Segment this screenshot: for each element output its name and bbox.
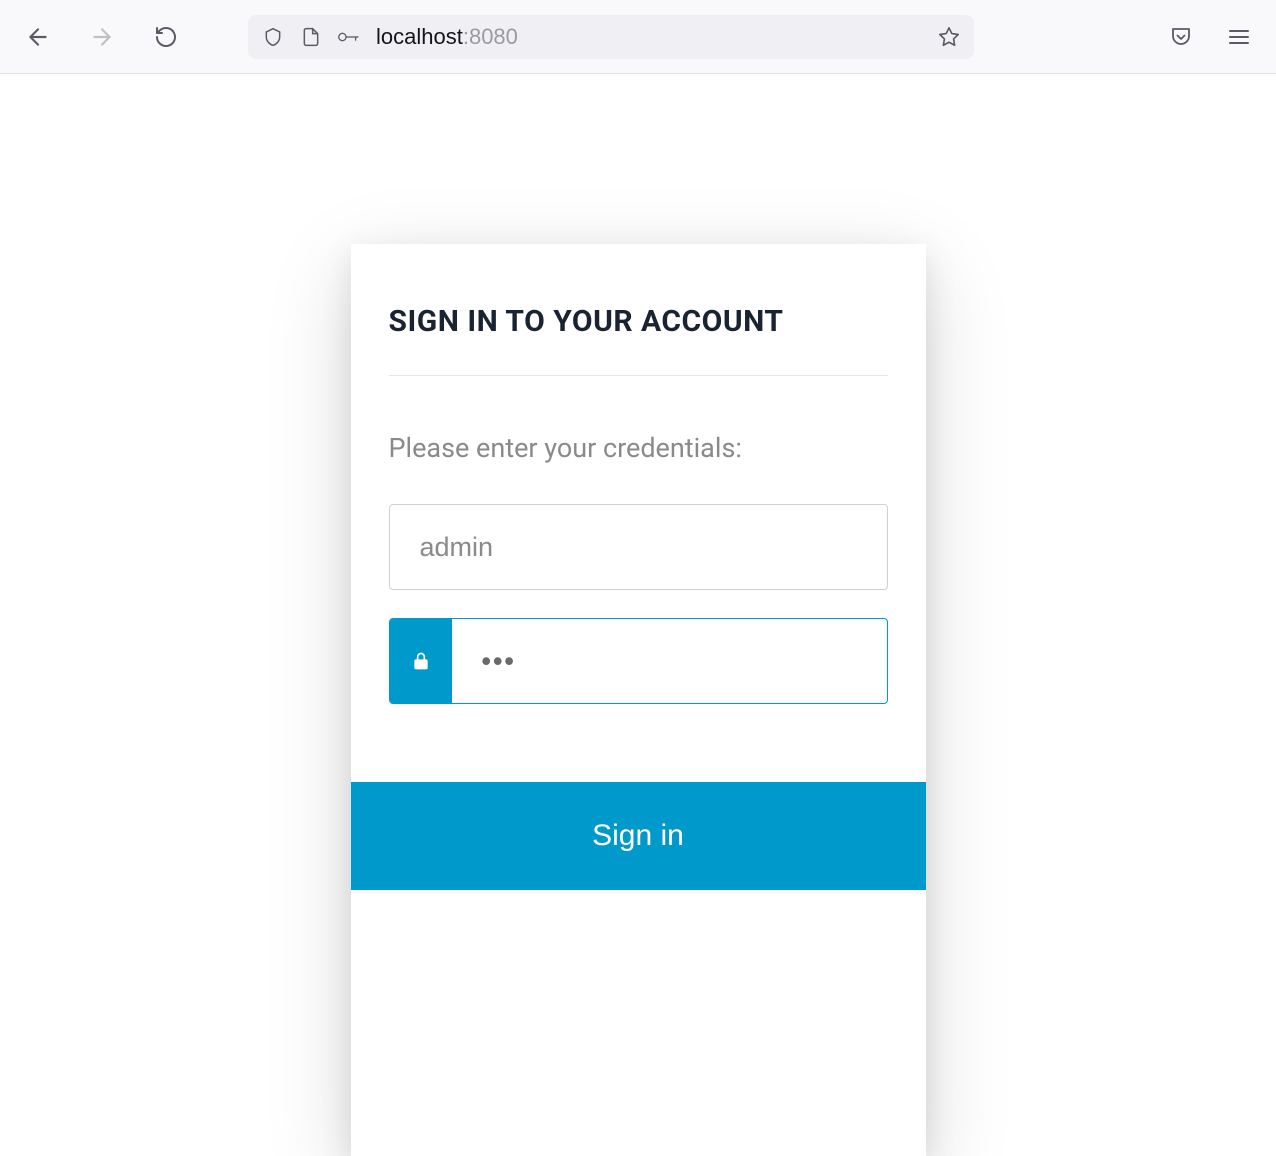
lock-icon <box>390 619 452 703</box>
password-field-wrapper <box>389 618 888 704</box>
pocket-icon[interactable] <box>1168 24 1194 50</box>
hamburger-menu-icon[interactable] <box>1226 24 1252 50</box>
username-input[interactable] <box>390 505 887 589</box>
password-input[interactable] <box>452 619 887 703</box>
key-icon <box>338 26 360 48</box>
page-icon <box>300 26 322 48</box>
page-content: SIGN IN TO YOUR ACCOUNT Please enter you… <box>0 74 1276 1156</box>
browser-toolbar: localhost:8080 <box>0 0 1276 74</box>
url-port: :8080 <box>463 24 518 49</box>
card-body: SIGN IN TO YOUR ACCOUNT Please enter you… <box>351 244 926 782</box>
address-bar[interactable]: localhost:8080 <box>248 15 974 59</box>
url-text: localhost:8080 <box>376 24 922 50</box>
reload-button[interactable] <box>152 23 180 51</box>
bookmark-star-icon[interactable] <box>938 26 960 48</box>
shield-icon <box>262 26 284 48</box>
toolbar-right <box>1168 24 1252 50</box>
login-title: SIGN IN TO YOUR ACCOUNT <box>389 304 888 339</box>
url-host: localhost <box>376 24 463 49</box>
forward-button[interactable] <box>88 23 116 51</box>
login-card: SIGN IN TO YOUR ACCOUNT Please enter you… <box>351 244 926 1156</box>
back-button[interactable] <box>24 23 52 51</box>
username-field-wrapper <box>389 504 888 590</box>
sign-in-button[interactable]: Sign in <box>351 782 926 890</box>
nav-buttons <box>24 23 180 51</box>
login-instruction: Please enter your credentials: <box>389 432 888 464</box>
divider <box>389 375 888 376</box>
